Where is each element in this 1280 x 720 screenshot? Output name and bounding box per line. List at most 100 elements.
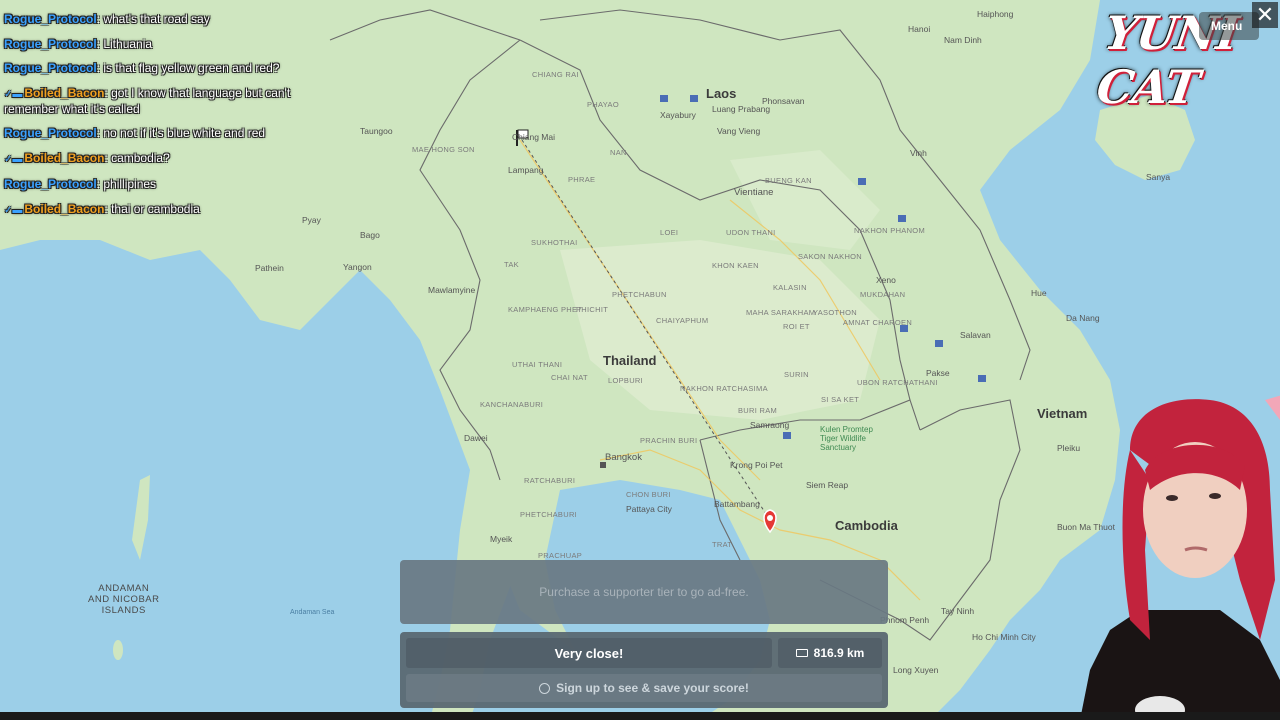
region-label: SUKHOTHAI [531,238,578,247]
distance-display: 816.9 km [778,638,882,668]
region-label: MAE HONG SON [412,145,475,154]
city-label: Pakse [926,368,950,378]
city-label: Xeno [876,275,896,285]
chat-message: ✓▬ Boiled_Bacon: thai or cambodia [4,201,200,216]
chat-text: cambodia? [111,150,170,165]
chat-text: what's that road say [103,12,210,26]
city-label: Salavan [960,330,991,340]
chat-message: Rogue_Protocol: no not if it's blue whit… [4,126,266,140]
chat-message: Rogue_Protocol: is that flag yellow gree… [4,61,280,75]
region-label: MAHA SARAKHAM [746,308,816,317]
region-label: CHON BURI [626,490,671,499]
distance-value: 816.9 km [813,646,865,660]
city-label: Long Xuyen [893,665,939,675]
sea-label: Andaman Sea [290,609,335,616]
city-label: Vientiane [734,187,774,198]
region-label: PHETCHABUN [612,290,667,299]
region-label: CHAI NAT [551,373,588,382]
city-label: Pattaya City [626,504,672,514]
region-label: ROI ET [783,322,810,331]
region-label: KALASIN [773,283,807,292]
city-label: Tay Ninh [941,606,975,616]
region-label: CHIANG RAI [532,70,579,79]
result-panel: Very close! 816.9 km Sign up to see & sa… [400,632,888,708]
city-label: Nam Dinh [944,35,982,45]
region-label: PRACHIN BURI [640,436,698,445]
city-label: Vang Vieng [717,126,761,136]
subscriber-badge-icon: ✓▬ [4,88,23,100]
chat-text: thai or cambodia [111,201,200,216]
region-label: SURIN [784,370,809,379]
close-icon[interactable]: ✕ [1252,2,1278,28]
city-label: Lampang [508,165,544,175]
city-label: Hue [1031,288,1047,298]
city-label: Sanya [1146,172,1171,182]
region-label: BUENG KAN [765,176,812,185]
city-label: Chiang Mai [512,132,555,142]
city-label: Pathein [255,263,284,273]
region-label: PHAYAO [587,100,619,109]
region-label: NAKHON RATCHASIMA [680,384,768,393]
city-label: Krong Poi Pet [730,460,783,470]
region-label: YASOTHON [813,308,857,317]
chat-message: ✓▬ Boiled_Bacon: got I know that language… [4,85,291,116]
region-label: LOPBURI [608,376,644,385]
chat-text: phillipines [103,177,157,191]
park-label: Kulen Promtep Tiger Wildlife Sanctuary [820,425,873,452]
chat-username: Boiled_Bacon [24,150,105,165]
label-laos: Laos [706,86,737,101]
region-label: CHAIYAPHUM [656,316,709,325]
ruler-icon [795,649,808,657]
ad-banner[interactable]: Purchase a supporter tier to go ad-free. [400,560,888,624]
region-label: SI SA KET [821,395,860,404]
chat-text: Lithuania [103,36,153,51]
chat-message: Rogue_Protocol: Lithuania [4,36,153,51]
menu-button[interactable]: Menu [1199,12,1259,40]
region-label: PHRAE [568,175,596,184]
chat-username: Boiled_Bacon [24,85,105,100]
stream-chat: Rogue_Protocol: what's that road say Rog… [4,12,324,228]
city-label: Myeik [490,534,513,544]
city-label: Da Nang [1066,313,1100,323]
chat-message: ✓▬ Boiled_Bacon: cambodia? [4,150,170,165]
region-label: AMNAT CHAROEN [843,318,913,327]
city-label: Haiphong [977,9,1014,19]
region-label: KANCHANABURI [480,400,544,409]
city-label: Dawei [464,433,488,443]
region-label: UBON RATCHATHANI [857,378,938,387]
chat-username: Rogue_Protocol [4,126,97,140]
city-label: Battambang [714,499,760,509]
region-label: LOEI [660,228,679,237]
region-label: RATCHABURI [524,476,576,485]
region-label: PHICHIT [576,305,609,314]
result-verdict: Very close! [406,638,772,668]
region-label: SAKON NAKHON [798,252,863,261]
signup-button[interactable]: Sign up to see & save your score! [406,674,882,702]
city-label: Phonsavan [762,96,805,106]
city-label: Xayabury [660,110,696,120]
city-label: Bangkok [605,452,642,463]
city-label: Taungoo [360,126,393,136]
signup-label: Sign up to see & save your score! [556,681,749,695]
region-label: PRACHUAP [538,551,583,560]
chat-text: no not if it's blue white and red [103,126,266,140]
subscriber-badge-icon: ✓▬ [4,153,23,165]
region-label: NAN [610,148,627,157]
chat-username: Rogue_Protocol [4,61,97,75]
city-label: Yangon [343,262,372,272]
chat-username: Rogue_Protocol [4,12,97,26]
chat-username: Boiled_Bacon [24,201,105,216]
city-label: Bago [360,230,380,240]
city-label: Samraong [750,420,790,430]
region-label: UTHAI THANI [512,360,563,369]
label-cambodia: Cambodia [835,518,898,533]
region-label: KAMPHAENG PHET [508,305,583,314]
chat-message: Rogue_Protocol: phillipines [4,177,157,191]
subscriber-badge-icon: ✓▬ [4,204,23,216]
city-label: Mawlamyine [428,285,476,295]
chat-username: Rogue_Protocol [4,36,97,51]
label-thailand: Thailand [603,353,657,368]
region-label: UDON THANI [726,228,776,237]
region-label: TAK [504,260,519,269]
city-label: Hanoi [908,24,931,34]
